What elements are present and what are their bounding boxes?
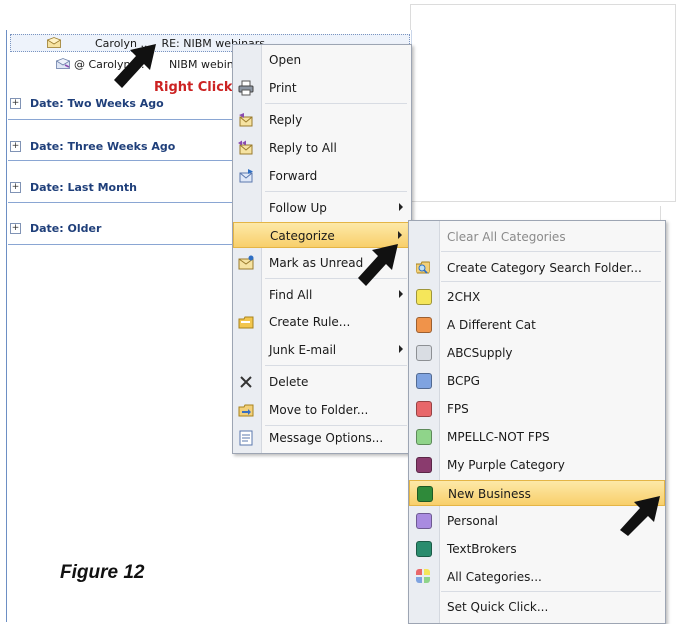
envelope-icon [238,255,254,270]
menu-separator [265,365,407,366]
forward-icon [239,169,253,183]
menu-item-label: Find All [269,288,313,302]
category-bcpg[interactable]: BCPG [409,368,665,394]
expand-icon[interactable]: + [10,182,21,193]
menu-separator [441,591,661,592]
right-click-annotation: Right Click [154,80,233,95]
menu-item-reply-all[interactable]: Reply to All [233,135,411,161]
pointer-arrow-icon [620,496,660,536]
menu-separator [441,251,661,252]
category-color-swatch [416,373,432,389]
menu-item-label: Follow Up [269,201,327,215]
menu-item-label: Open [269,53,302,67]
category-textbrokers[interactable]: TextBrokers [409,536,665,562]
menu-item-label: Delete [269,375,309,389]
figure-caption: Figure 12 [60,562,145,583]
menu-separator [441,281,661,282]
pointer-arrow-icon [358,244,398,286]
search-folder-icon [416,261,430,274]
category-2chx[interactable]: 2CHX [409,284,665,310]
submenu-arrow-icon [399,203,403,211]
menu-item-label: Move to Folder... [269,403,369,417]
menu-item-forward[interactable]: Forward [233,163,411,189]
group-older[interactable]: + Date: Older [8,220,238,238]
menu-item-label: Junk E-mail [269,343,337,357]
categorize-submenu: Clear All Categories Create Category Sea… [408,220,666,624]
expand-icon[interactable]: + [10,98,21,109]
reply-all-icon [238,140,253,155]
rule-icon [238,316,254,329]
menu-item-print[interactable]: Print [233,75,411,101]
group-two-weeks-ago[interactable]: + Date: Two Weeks Ago [8,95,238,113]
menu-item-open[interactable]: Open [233,47,411,73]
category-color-swatch [417,486,433,502]
options-icon [239,430,253,446]
menu-item-move-to-folder[interactable]: Move to Folder... [233,397,411,423]
category-color-swatch [416,457,432,473]
menu-item-delete[interactable]: Delete [233,369,411,395]
menu-item-message-options[interactable]: Message Options... [233,425,411,451]
menu-item-set-quick-click[interactable]: Set Quick Click... [409,594,665,620]
envelope-open-icon [47,37,61,48]
menu-item-label: Categorize [270,229,335,243]
menu-item-create-category-search-folder[interactable]: Create Category Search Folder... [409,255,665,281]
category-fps[interactable]: FPS [409,396,665,422]
category-color-swatch [416,513,432,529]
menu-item-all-categories[interactable]: All Categories... [409,564,665,590]
menu-item-follow-up[interactable]: Follow Up [233,195,411,221]
expand-icon[interactable]: + [10,223,21,234]
all-categories-icon [416,569,430,583]
category-my-purple-category[interactable]: My Purple Category [409,452,665,478]
submenu-arrow-icon [399,345,403,353]
pointer-arrow-icon [114,44,156,88]
printer-icon [238,80,254,96]
category-a-different-cat[interactable]: A Different Cat [409,312,665,338]
menu-item-create-rule[interactable]: Create Rule... [233,309,411,335]
menu-separator [265,191,407,192]
category-color-swatch [416,541,432,557]
menu-item-label: Mark as Unread [269,256,364,270]
category-color-swatch [416,289,432,305]
menu-item-label: Message Options... [269,431,384,445]
reply-icon [239,113,253,127]
menu-item-label: Forward [269,169,318,183]
category-color-swatch [416,317,432,333]
category-color-swatch [416,429,432,445]
menu-item-reply[interactable]: Reply [233,107,411,133]
envelope-reply-icon [56,58,70,69]
delete-icon [240,376,252,388]
category-abcsupply[interactable]: ABCSupply [409,340,665,366]
submenu-arrow-icon [399,290,403,298]
category-color-swatch [416,345,432,361]
menu-item-label: Reply [269,113,303,127]
menu-item-label: Reply to All [269,141,337,155]
reading-pane-top [410,4,676,202]
menu-gutter [409,221,440,623]
menu-item-clear-all-categories[interactable]: Clear All Categories [409,224,665,250]
category-color-swatch [416,401,432,417]
menu-item-junk-email[interactable]: Junk E-mail [233,337,411,363]
group-three-weeks-ago[interactable]: + Date: Three Weeks Ago [8,138,238,156]
group-last-month[interactable]: + Date: Last Month [8,179,238,197]
category-mpellc-not-fps[interactable]: MPELLC-NOT FPS [409,424,665,450]
expand-icon[interactable]: + [10,141,21,152]
menu-separator [265,103,407,104]
menu-item-label: Print [269,81,297,95]
menu-item-label: Create Rule... [269,315,351,329]
move-folder-icon [238,404,254,417]
